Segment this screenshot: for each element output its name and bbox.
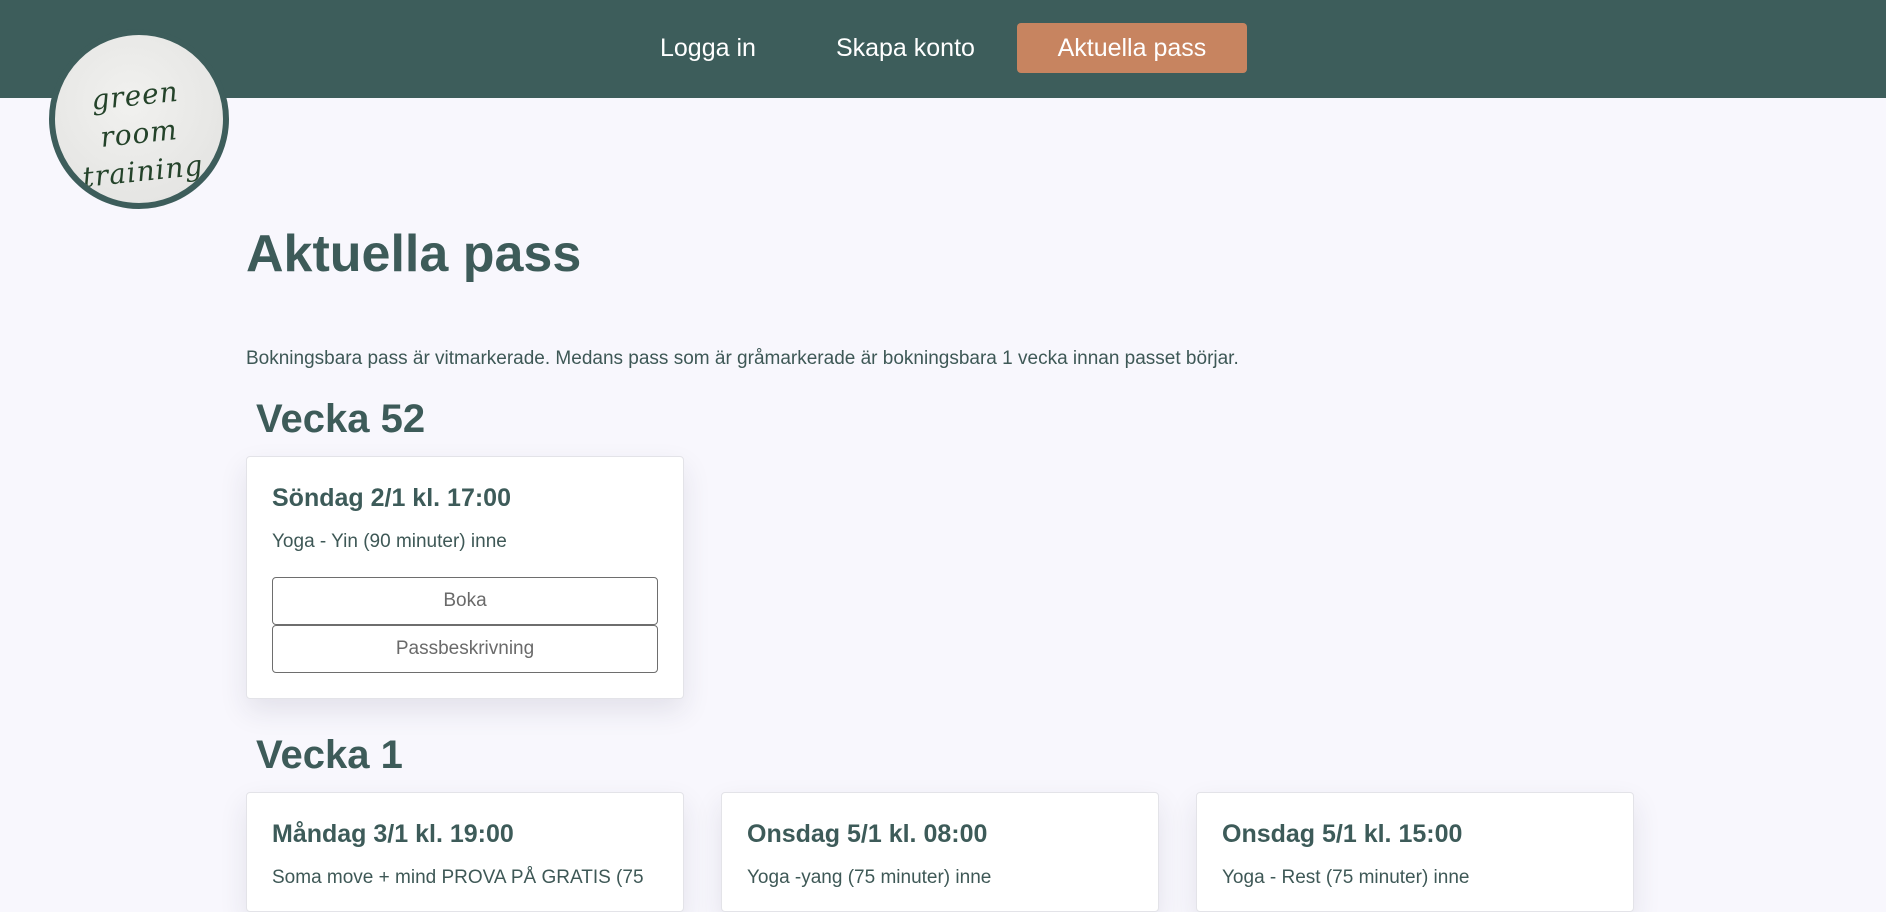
week-heading: Vecka 1: [256, 733, 403, 777]
brand-logo-wordmark: green room training: [55, 69, 223, 200]
session-class-name: Yoga - Rest (75 minuter) inne: [1222, 867, 1470, 888]
session-date: Söndag 2/1 kl. 17:00: [272, 484, 511, 512]
session-date: Måndag 3/1 kl. 19:00: [272, 820, 514, 848]
session-card: Onsdag 5/1 kl. 15:00 Yoga - Rest (75 min…: [1196, 792, 1634, 912]
brand-logo[interactable]: green room training: [49, 29, 229, 209]
session-class-name: Soma move + mind PROVA PÅ GRATIS (75: [272, 867, 644, 888]
session-class-name: Yoga -yang (75 minuter) inne: [747, 867, 992, 888]
class-description-button[interactable]: Passbeskrivning: [272, 625, 658, 673]
nav-links: Logga in Skapa konto Aktuella pass: [640, 23, 1247, 73]
nav-login-link[interactable]: Logga in: [640, 23, 776, 73]
booking-info-text: Bokningsbara pass är vitmarkerade. Medan…: [246, 348, 1239, 369]
session-date: Onsdag 5/1 kl. 15:00: [1222, 820, 1463, 848]
session-card: Söndag 2/1 kl. 17:00 Yoga - Yin (90 minu…: [246, 456, 684, 699]
nav-current-classes-button[interactable]: Aktuella pass: [1016, 23, 1247, 73]
session-date: Onsdag 5/1 kl. 08:00: [747, 820, 988, 848]
session-card: Måndag 3/1 kl. 19:00 Soma move + mind PR…: [246, 792, 684, 912]
page-title: Aktuella pass: [246, 225, 582, 283]
top-navbar: Logga in Skapa konto Aktuella pass: [0, 0, 1886, 98]
session-class-name: Yoga - Yin (90 minuter) inne: [272, 531, 507, 552]
book-button[interactable]: Boka: [272, 577, 658, 625]
nav-create-account-link[interactable]: Skapa konto: [816, 23, 995, 73]
session-card: Onsdag 5/1 kl. 08:00 Yoga -yang (75 minu…: [721, 792, 1159, 912]
week-heading: Vecka 52: [256, 397, 426, 441]
